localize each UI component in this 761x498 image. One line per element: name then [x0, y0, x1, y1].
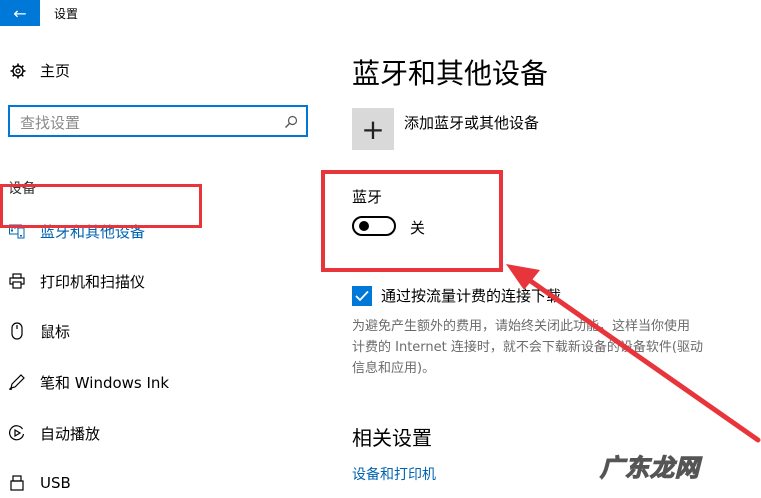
sidebar-item-autoplay[interactable]: 自动播放 — [8, 421, 100, 445]
annotation-highlight-box — [321, 170, 503, 272]
metered-download-option[interactable]: 通过按流量计费的连接下载 — [352, 285, 561, 306]
back-button[interactable]: ← — [0, 0, 40, 26]
description-line: 信息和应用)。 — [352, 361, 436, 376]
add-device-button[interactable]: + 添加蓝牙或其他设备 — [352, 108, 539, 150]
search-input[interactable]: 查找设置 — [8, 105, 308, 137]
sidebar-item-home[interactable]: 主页 — [8, 60, 70, 81]
checkmark-icon — [355, 290, 369, 301]
printer-icon — [8, 272, 26, 290]
page-title: 蓝牙和其他设备 — [352, 57, 549, 90]
add-device-label: 添加蓝牙或其他设备 — [404, 114, 540, 132]
back-arrow-icon: ← — [13, 3, 27, 23]
devices-and-printers-link[interactable]: 设备和打印机 — [352, 464, 436, 484]
sidebar-item-mouse[interactable]: 鼠标 — [8, 319, 70, 343]
metered-download-label: 通过按流量计费的连接下载 — [381, 287, 562, 305]
metered-description: 为避免产生额外的费用，请始终关闭此功能，这样当你使用 计费的 Internet … — [352, 316, 761, 379]
gear-icon — [8, 61, 28, 81]
mouse-icon — [8, 322, 26, 340]
related-settings-heading: 相关设置 — [352, 426, 432, 450]
usb-icon — [8, 474, 26, 492]
sidebar-item-label: 鼠标 — [40, 322, 71, 341]
sidebar-item-label: 笔和 Windows Ink — [40, 373, 170, 392]
sidebar-item-label: 主页 — [40, 62, 71, 80]
autoplay-icon — [8, 424, 26, 442]
title-bar: ← 设置 — [0, 0, 761, 26]
description-line: 计费的 Internet 连接时，就不会下载新设备的设备软件(驱动 — [352, 340, 703, 355]
sidebar-item-usb[interactable]: USB — [8, 471, 71, 495]
description-line: 为避免产生额外的费用，请始终关闭此功能，这样当你使用 — [352, 319, 691, 334]
search-placeholder: 查找设置 — [20, 114, 81, 132]
window-title: 设置 — [54, 7, 79, 21]
pen-icon — [8, 373, 26, 391]
search-icon — [284, 114, 298, 128]
plus-icon: + — [352, 108, 394, 150]
sidebar-item-label: 自动播放 — [40, 424, 101, 443]
sidebar: 主页 查找设置 设备 蓝牙和其他设备 打印机和扫描仪 鼠标 笔和 Windows… — [0, 26, 330, 498]
sidebar-item-printers[interactable]: 打印机和扫描仪 — [8, 269, 145, 293]
checkbox-checked[interactable] — [352, 285, 372, 306]
watermark-text: 广东龙网 — [599, 453, 700, 482]
sidebar-item-label: USB — [40, 474, 71, 492]
annotation-highlight-box — [0, 184, 202, 228]
sidebar-item-label: 打印机和扫描仪 — [40, 272, 146, 291]
sidebar-item-pen[interactable]: 笔和 Windows Ink — [8, 370, 169, 394]
